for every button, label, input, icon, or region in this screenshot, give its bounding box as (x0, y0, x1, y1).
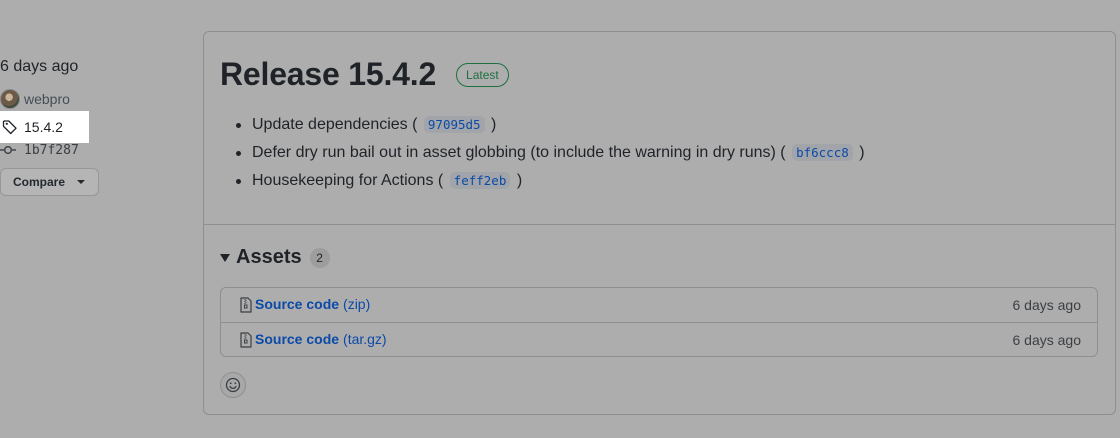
assets-count-badge: 2 (309, 247, 330, 268)
note-text: Housekeeping for Actions ( (252, 172, 444, 189)
list-item: Update dependencies ( 97095d5 ) (236, 114, 865, 142)
list-item: Defer dry run bail out in asset globbing… (236, 142, 865, 170)
published-time: 6 days ago (0, 58, 79, 75)
release-meta-sidebar: 6 days ago webpro 15.4.2 1b7f287 Compare (0, 0, 200, 438)
release-header: Release 15.4.2 Latest (220, 56, 509, 93)
asset-link[interactable]: Source code (tar.gz) (255, 331, 387, 349)
release-card: Release 15.4.2 Latest Update dependencie… (203, 31, 1116, 415)
asset-ext[interactable]: (tar.gz) (343, 331, 387, 347)
note-close: ) (491, 116, 497, 133)
release-title[interactable]: Release 15.4.2 (220, 56, 436, 93)
file-zip-icon (240, 297, 252, 313)
commit-sha-link[interactable]: 97095d5 (423, 116, 485, 133)
assets-toggle[interactable]: Assets 2 (220, 246, 330, 269)
note-close: ) (859, 144, 865, 161)
chevron-down-icon (77, 180, 86, 184)
triangle-down-icon (220, 253, 230, 262)
divider (204, 224, 1115, 225)
commit-icon (0, 146, 16, 154)
asset-row: Source code (tar.gz) 6 days ago (221, 322, 1097, 356)
asset-name[interactable]: Source code (255, 296, 339, 312)
compare-label: Compare (13, 175, 66, 189)
tag-icon (2, 120, 17, 135)
author-name[interactable]: webpro (24, 91, 70, 107)
asset-ext[interactable]: (zip) (343, 296, 370, 312)
assets-title[interactable]: Assets (236, 246, 302, 269)
list-item: Housekeeping for Actions ( feff2eb ) (236, 170, 865, 198)
note-text: Update dependencies ( (252, 116, 418, 133)
commit-sha-link[interactable]: feff2eb (449, 172, 511, 189)
asset-row: Source code (zip) 6 days ago (221, 288, 1097, 322)
release-notes: Update dependencies ( 97095d5 ) Defer dr… (236, 114, 865, 198)
file-zip-icon (240, 331, 252, 348)
commit-sha-link[interactable]: bf6ccc8 (792, 144, 853, 161)
tag-label[interactable]: 15.4.2 (24, 119, 63, 135)
smiley-icon (225, 377, 241, 393)
asset-time: 6 days ago (1012, 331, 1082, 348)
asset-time: 6 days ago (1012, 297, 1082, 313)
tag-link[interactable]: 15.4.2 (0, 111, 89, 143)
assets-list: Source code (zip) 6 days ago Source code(… (220, 287, 1098, 357)
add-reaction-button[interactable] (220, 372, 246, 398)
author-link[interactable]: webpro (0, 88, 70, 110)
commit-link[interactable]: 1b7f287 (0, 141, 79, 159)
note-text: Defer dry run bail out in asset globbing… (252, 144, 786, 161)
compare-button[interactable]: Compare (0, 168, 99, 196)
latest-badge: Latest (456, 62, 509, 87)
commit-sha[interactable]: 1b7f287 (24, 143, 79, 158)
avatar[interactable] (0, 89, 20, 109)
asset-name[interactable]: Source code (255, 331, 339, 347)
note-close: ) (516, 172, 523, 189)
asset-link[interactable]: Source code (zip) (255, 296, 370, 314)
